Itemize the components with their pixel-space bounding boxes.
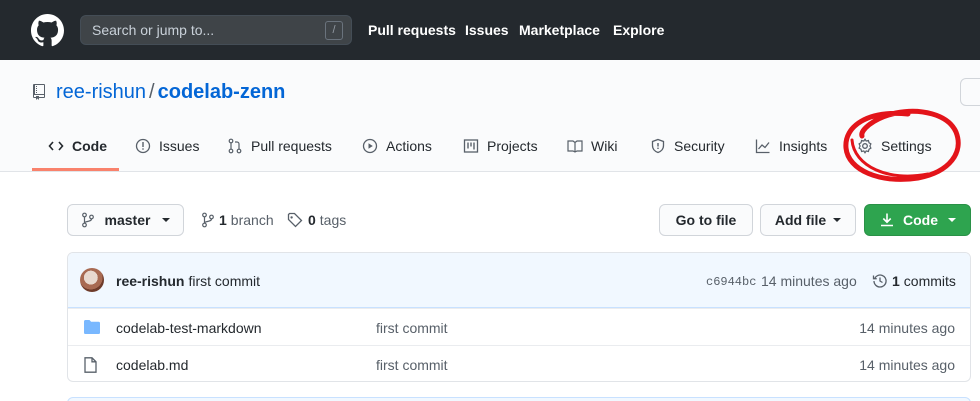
file-age: 14 minutes ago <box>859 320 955 336</box>
repo-header: ree-rishun / codelab-zenn Code Issues Pull… <box>0 60 980 172</box>
tab-pull-requests[interactable]: Pull requests <box>227 138 332 154</box>
tab-issues[interactable]: Issues <box>135 138 199 154</box>
tab-wiki[interactable]: Wiki <box>567 138 617 154</box>
chevron-down-icon <box>948 218 956 222</box>
branch-label: branch <box>230 212 274 228</box>
tab-label: Actions <box>386 138 432 154</box>
book-icon <box>567 140 583 153</box>
tab-insights[interactable]: Insights <box>755 138 827 154</box>
search-placeholder: Search or jump to... <box>92 22 215 38</box>
search-shortcut-key: / <box>325 21 343 40</box>
branch-select-button[interactable]: master <box>67 204 184 236</box>
nav-issues[interactable]: Issues <box>465 22 509 38</box>
download-icon <box>881 213 893 227</box>
tab-settings[interactable]: Settings <box>857 138 932 154</box>
tags-link[interactable]: 0 tags <box>287 212 346 228</box>
tab-code[interactable]: Code <box>48 138 107 154</box>
tag-icon <box>287 212 303 228</box>
repo-owner-link[interactable]: ree-rishun <box>56 81 146 103</box>
tab-projects[interactable]: Projects <box>463 138 538 154</box>
repo-action-button[interactable] <box>960 78 980 106</box>
graph-icon <box>755 139 770 154</box>
tab-label: Code <box>72 138 107 154</box>
issue-icon <box>135 138 151 154</box>
project-icon <box>463 139 479 153</box>
pull-request-icon <box>228 138 242 154</box>
repo-icon <box>33 84 45 100</box>
commit-sha-link[interactable]: c6944bc <box>706 275 756 289</box>
file-age: 14 minutes ago <box>859 357 955 373</box>
branch-icon <box>81 212 94 228</box>
tab-security[interactable]: Security <box>650 138 725 154</box>
shield-icon <box>651 138 665 154</box>
add-file-label: Add file <box>774 212 827 228</box>
commit-author-link[interactable]: ree-rishun <box>116 273 184 289</box>
nav-marketplace[interactable]: Marketplace <box>519 22 600 38</box>
file-row[interactable]: codelab.md first commit 14 minutes ago <box>68 345 970 381</box>
commit-time: 14 minutes ago <box>761 273 857 289</box>
latest-commit-row: ree-rishun first commit c6944bc 14 minute… <box>68 253 970 308</box>
github-logo-icon[interactable] <box>31 14 64 47</box>
commit-message-link[interactable]: first commit <box>188 273 260 289</box>
tab-label: Insights <box>779 138 828 154</box>
go-to-file-button[interactable]: Go to file <box>659 204 753 236</box>
chevron-down-icon <box>162 218 171 222</box>
repo-separator: / <box>149 81 155 103</box>
search-input[interactable]: Search or jump to... / <box>80 15 352 45</box>
tab-actions[interactable]: Actions <box>362 138 432 154</box>
branch-icon <box>202 212 214 228</box>
file-name-link[interactable]: codelab-test-markdown <box>116 320 262 336</box>
commit-count: 1 <box>892 273 900 289</box>
global-header: Search or jump to... / Pull requests Iss… <box>0 0 980 60</box>
go-to-file-label: Go to file <box>675 212 737 228</box>
avatar[interactable] <box>80 268 104 292</box>
history-icon <box>872 274 887 288</box>
tag-label: tags <box>319 212 347 228</box>
file-name-link[interactable]: codelab.md <box>116 357 188 373</box>
tag-count: 0 <box>308 212 316 228</box>
tab-label: Security <box>674 138 725 154</box>
code-icon <box>48 141 64 151</box>
readme-box-edge <box>67 397 971 401</box>
tab-label: Pull requests <box>251 138 332 154</box>
play-icon <box>362 138 378 154</box>
commit-count-label: commits <box>903 273 956 289</box>
latest-commit-summary: ree-rishun first commit <box>116 273 260 289</box>
nav-pull-requests[interactable]: Pull requests <box>368 22 456 38</box>
file-row[interactable]: codelab-test-markdown first commit 14 mi… <box>68 308 970 345</box>
code-button-label: Code <box>903 212 938 228</box>
branch-count: 1 <box>219 212 227 228</box>
file-commit-message-link[interactable]: first commit <box>376 320 448 336</box>
file-listing: ree-rishun first commit c6944bc 14 minute… <box>67 252 971 382</box>
chevron-down-icon <box>833 218 842 222</box>
tab-label: Settings <box>881 138 932 154</box>
commit-history-link[interactable]: 1 commits <box>872 273 956 289</box>
folder-icon <box>84 320 100 334</box>
nav-explore[interactable]: Explore <box>613 22 664 38</box>
repo-name-link[interactable]: codelab-zenn <box>158 81 286 103</box>
add-file-button[interactable]: Add file <box>760 204 856 236</box>
code-download-button[interactable]: Code <box>864 204 971 236</box>
gear-icon <box>858 138 872 154</box>
tab-label: Projects <box>487 138 538 154</box>
branch-name: master <box>104 212 151 228</box>
tab-label: Wiki <box>591 138 618 154</box>
tab-label: Issues <box>159 138 200 154</box>
selected-tab-underline <box>32 168 119 171</box>
file-commit-message-link[interactable]: first commit <box>376 357 448 373</box>
repo-title: ree-rishun / codelab-zenn <box>56 81 285 104</box>
file-icon <box>84 357 97 373</box>
branches-link[interactable]: 1 branch <box>201 212 274 228</box>
